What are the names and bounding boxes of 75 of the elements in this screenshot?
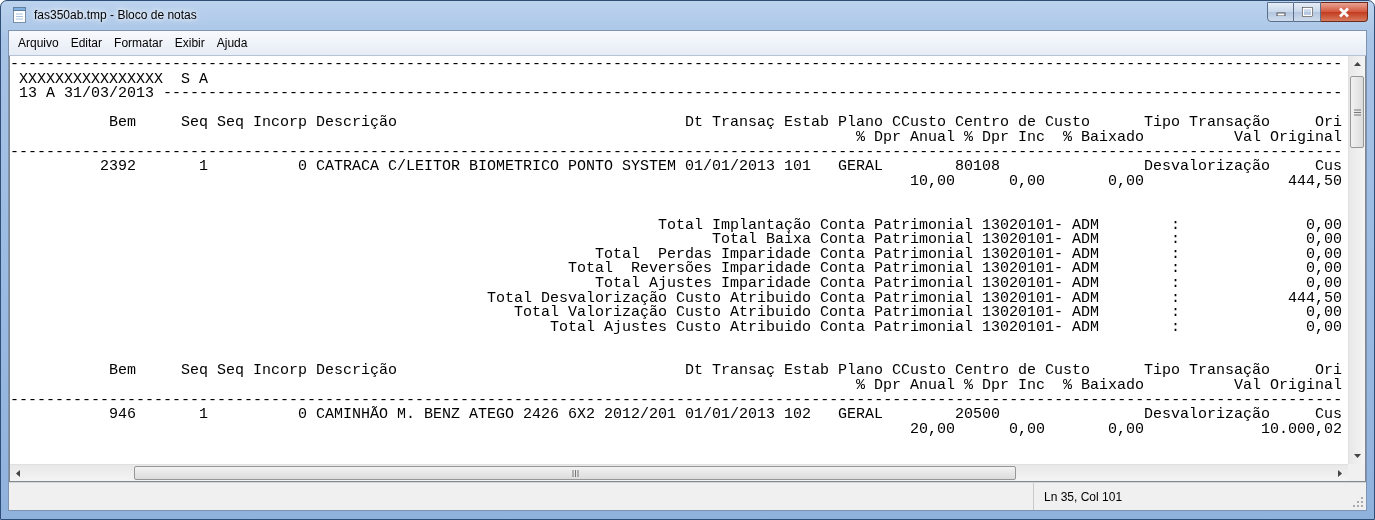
column-header: Bem bbox=[109, 364, 136, 380]
total-text: : bbox=[1171, 262, 1180, 277]
record-text: 20500 bbox=[955, 408, 1000, 423]
total-text: : bbox=[1171, 320, 1180, 336]
total-text: Total Valorização Custo Atribuido Conta Patrimonial 13020101- ADM bbox=[514, 306, 1099, 321]
total-text: 0,00 bbox=[1306, 247, 1342, 263]
total-text: Total Baixa Conta Patrimonial 13020101- ADM bbox=[712, 233, 1099, 248]
record-text: GERAL bbox=[838, 160, 883, 175]
record-text: 0 CATRACA C/LEITOR BIOMETRICO PONTO SYSTEM 01/01/2013 101 bbox=[298, 160, 811, 175]
total-text: : bbox=[1171, 276, 1180, 292]
column-header: Seq Seq Incorp Descrição bbox=[181, 364, 397, 380]
record-text: 0,00 bbox=[1009, 174, 1045, 190]
record-text: 1 bbox=[199, 160, 208, 175]
close-button[interactable] bbox=[1321, 2, 1368, 22]
record-text: 0,00 bbox=[1009, 422, 1045, 438]
total-text: : bbox=[1171, 218, 1180, 234]
total-text: 0,00 bbox=[1306, 233, 1342, 248]
resize-grip-icon[interactable] bbox=[1353, 497, 1364, 508]
menu-item[interactable]: Exibir bbox=[168, 34, 211, 52]
report-period: 13 A 31/03/2013 ----------------------------------------------------------------------------------------------------------------------------------- bbox=[19, 87, 1342, 102]
total-text: 0,00 bbox=[1306, 320, 1342, 336]
record-text: Cus bbox=[1315, 160, 1342, 175]
column-header: Seq Seq Incorp Descrição bbox=[181, 116, 397, 131]
total-text: : bbox=[1171, 233, 1180, 248]
menu-item[interactable]: Ajuda bbox=[210, 34, 254, 52]
window-title: fas350ab.tmp - Bloco de notas bbox=[34, 8, 198, 22]
menu-item[interactable]: Formatar bbox=[108, 34, 169, 52]
record-text: Desvalorização bbox=[1144, 160, 1270, 175]
scrollbar-thumb[interactable] bbox=[134, 466, 1016, 480]
total-text: 0,00 bbox=[1306, 306, 1342, 321]
total-text: Total Ajustes Custo Atribuido Conta Patrimonial 13020101- ADM bbox=[550, 320, 1099, 336]
record-text: 10,00 bbox=[910, 174, 955, 190]
maximize-icon bbox=[1301, 7, 1313, 17]
column-header: Tipo Transação bbox=[1144, 116, 1270, 131]
column-header: Val Original bbox=[1234, 130, 1342, 146]
total-text: 0,00 bbox=[1306, 276, 1342, 292]
record-text: Desvalorização bbox=[1144, 408, 1270, 423]
record-text: 0 CAMINHÃO M. BENZ ATEGO 2426 6X2 2012/201 01/01/2013 102 bbox=[298, 408, 811, 423]
record-text: 0,00 bbox=[1108, 422, 1144, 438]
total-text: : bbox=[1171, 247, 1180, 263]
record-text: 10.000,02 bbox=[1261, 422, 1342, 438]
minimize-button[interactable] bbox=[1267, 2, 1294, 22]
maximize-button[interactable] bbox=[1294, 2, 1321, 22]
scrollbar-thumb[interactable] bbox=[1350, 76, 1364, 148]
column-header: % Dpr Anual % Dpr Inc bbox=[856, 130, 1045, 146]
column-header: % Baixado bbox=[1063, 379, 1144, 394]
menu-item[interactable]: Editar bbox=[64, 34, 109, 52]
total-text: : bbox=[1171, 291, 1180, 307]
close-icon bbox=[1338, 6, 1350, 18]
record-text: 80108 bbox=[955, 160, 1000, 175]
column-header: % Dpr Anual % Dpr Inc bbox=[856, 379, 1045, 394]
record-text: 20,00 bbox=[910, 422, 955, 438]
record-text: 444,50 bbox=[1288, 174, 1342, 190]
column-header: Dt Transaç Estab Plano CCusto Centro de Custo bbox=[685, 116, 1090, 131]
record-text: 2392 bbox=[100, 160, 136, 175]
column-header: Val Original bbox=[1234, 379, 1342, 394]
total-text: 0,00 bbox=[1306, 262, 1342, 277]
cursor-position: Ln 35, Col 101 bbox=[1043, 489, 1123, 504]
notepad-icon bbox=[13, 7, 26, 23]
column-header: Ori bbox=[1315, 116, 1342, 131]
record-text: 1 bbox=[199, 408, 208, 423]
menu-item[interactable]: Arquivo bbox=[12, 34, 65, 52]
record-text: 0,00 bbox=[1108, 174, 1144, 190]
dash-line: ---------------------------------------------------------------------------------------------------------------------------------------------------- bbox=[10, 58, 1342, 73]
total-text: 444,50 bbox=[1288, 291, 1342, 307]
record-text: 946 bbox=[109, 408, 136, 423]
column-header: % Baixado bbox=[1063, 130, 1144, 146]
total-text: : bbox=[1171, 306, 1180, 321]
column-header: Bem bbox=[109, 116, 136, 131]
total-text: Total Reversões Imparidade Conta Patrimonial 13020101- ADM bbox=[568, 262, 1099, 277]
record-text: Cus bbox=[1315, 408, 1342, 423]
record-text: GERAL bbox=[838, 408, 883, 423]
report-title: S A bbox=[181, 72, 208, 88]
total-text: Total Ajustes Imparidade Conta Patrimonial 13020101- ADM bbox=[595, 276, 1099, 292]
total-text: 0,00 bbox=[1306, 218, 1342, 234]
